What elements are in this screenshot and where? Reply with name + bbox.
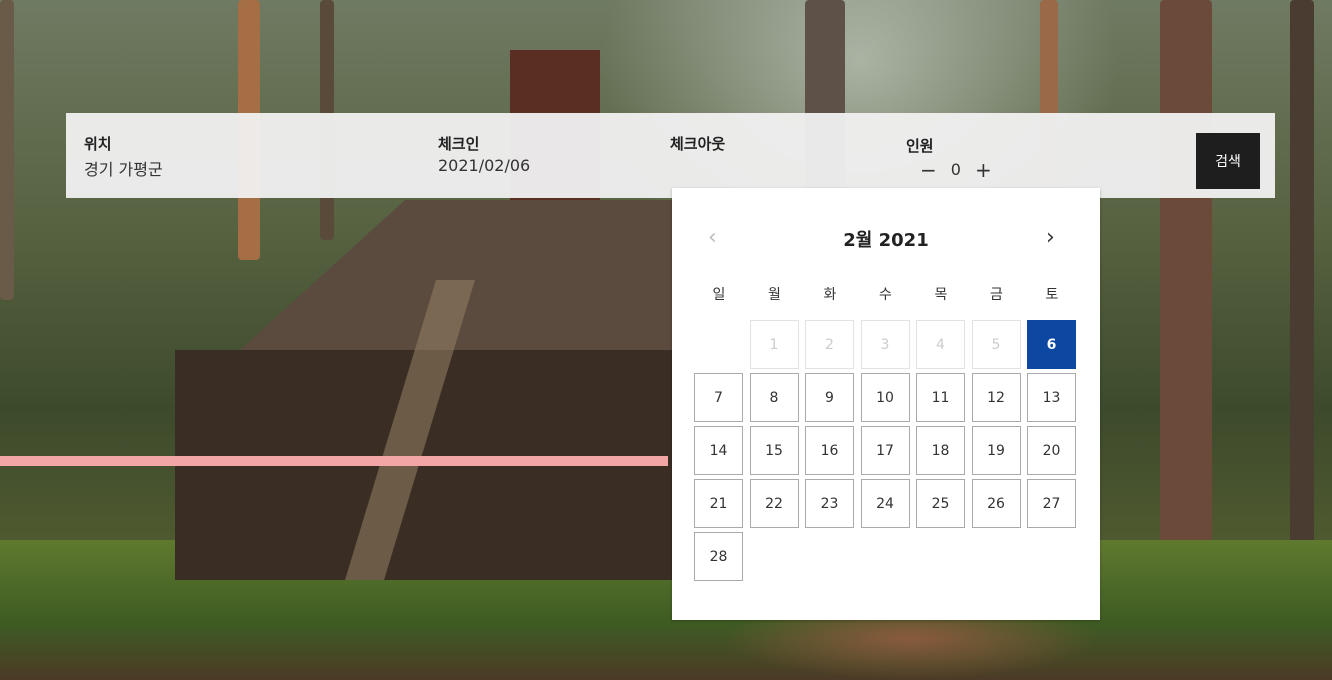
calendar-day[interactable]: 6 (1027, 320, 1076, 369)
calendar-day[interactable]: 13 (1027, 373, 1076, 422)
next-month-icon[interactable]: › (1046, 226, 1055, 250)
weekday-label: 월 (768, 287, 781, 303)
weekday-label: 토 (1045, 287, 1059, 303)
calendar-day[interactable]: 10 (860, 373, 910, 422)
location-field[interactable]: 위치 경기 가평군 (84, 133, 163, 180)
background-photo (0, 0, 1332, 680)
calendar-day[interactable]: 16 (805, 426, 854, 475)
guest-count: 0 (950, 160, 961, 179)
search-button[interactable]: 검색 (1196, 133, 1260, 189)
location-value[interactable]: 경기 가평군 (84, 156, 163, 180)
calendar-day: 3 (860, 320, 910, 369)
calendar-day[interactable]: 28 (694, 532, 743, 581)
calendar-day[interactable]: 17 (860, 426, 910, 475)
highlight-bar (0, 456, 668, 466)
checkout-field[interactable]: 체크아웃 (670, 133, 725, 156)
plus-button[interactable]: + (975, 160, 992, 180)
calendar-day[interactable]: 12 (971, 373, 1021, 422)
calendar-day[interactable]: 14 (694, 426, 743, 475)
calendar-day[interactable]: 23 (805, 479, 854, 528)
calendar-day[interactable]: 21 (694, 479, 743, 528)
calendar-day[interactable]: 22 (749, 479, 799, 528)
calendar-day: 4 (916, 320, 965, 369)
calendar-day[interactable]: 27 (1027, 479, 1076, 528)
weekday-label: 화 (823, 287, 837, 303)
calendar-day[interactable]: 18 (916, 426, 965, 475)
calendar-day[interactable]: 7 (694, 373, 743, 422)
calendar-day[interactable]: 24 (860, 479, 910, 528)
calendar-month-title: 2월 2021 (843, 230, 929, 251)
weekday-label: 일 (712, 287, 726, 303)
date-picker: ‹ 2월 2021 › 일월화수목금토 1 2 3 4 5 6 7 8 9 10 11 12 13 14 1… (672, 188, 1100, 620)
weekday-label: 금 (990, 287, 1003, 303)
calendar-day[interactable]: 11 (916, 373, 965, 422)
calendar-day[interactable]: 9 (805, 373, 854, 422)
calendar-day[interactable]: 25 (916, 479, 965, 528)
calendar-day[interactable]: 26 (971, 479, 1021, 528)
calendar-header: ‹ 2월 2021 › (672, 226, 1100, 252)
checkout-label: 체크아웃 (670, 135, 726, 153)
guest-stepper: − 0 + (906, 160, 992, 180)
checkin-field[interactable]: 체크인 2021/02/06 (438, 133, 530, 175)
guests-field: 인원 − 0 + (906, 135, 992, 180)
calendar-day[interactable]: 19 (971, 426, 1021, 475)
weekday-label: 목 (934, 287, 948, 303)
search-bar: 위치 경기 가평군 체크인 2021/02/06 체크아웃 인원 − 0 + 검… (66, 113, 1275, 198)
weekday-label: 수 (879, 287, 892, 303)
calendar-day[interactable]: 15 (749, 426, 799, 475)
calendar-day: 5 (971, 320, 1021, 369)
location-label: 위치 (84, 135, 112, 153)
calendar-day[interactable]: 8 (749, 373, 799, 422)
calendar-day[interactable]: 20 (1027, 426, 1076, 475)
guests-label: 인원 (906, 137, 934, 155)
checkin-label: 체크인 (438, 135, 480, 153)
calendar-day: 2 (805, 320, 854, 369)
checkin-value[interactable]: 2021/02/06 (438, 156, 530, 175)
calendar-day: 1 (749, 320, 799, 369)
minus-button[interactable]: − (920, 160, 937, 180)
